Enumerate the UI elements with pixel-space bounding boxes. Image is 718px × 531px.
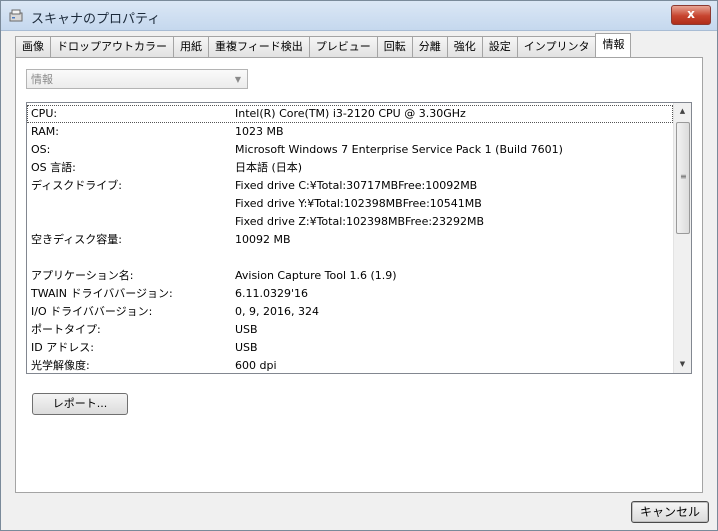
cancel-button[interactable]: キャンセル [631, 501, 709, 523]
info-row-ram[interactable]: RAM: 1023 MB [27, 123, 673, 141]
tab-image[interactable]: 画像 [15, 36, 51, 57]
tab-dropout-color[interactable]: ドロップアウトカラー [50, 36, 174, 57]
tab-paper[interactable]: 用紙 [173, 36, 209, 57]
info-value: 10092 MB [235, 233, 291, 246]
info-value: 6.11.0329'16 [235, 287, 309, 300]
info-key: ポートタイプ: [31, 323, 101, 336]
info-value: 1023 MB [235, 125, 284, 138]
tab-rotation[interactable]: 回転 [376, 36, 413, 57]
info-key: 光学解像度: [31, 359, 90, 372]
info-row-free-disk[interactable]: 空きディスク容量: 10092 MB [27, 231, 673, 249]
info-row-application[interactable]: アプリケーション名: Avision Capture Tool 1.6 (1.9… [27, 267, 673, 285]
vertical-scrollbar[interactable]: ▲ ≡ ▼ [673, 103, 691, 373]
tab-separation[interactable]: 分離 [411, 36, 448, 57]
report-button[interactable]: レポート... [32, 393, 128, 415]
info-key: I/O ドライババージョン: [31, 305, 153, 318]
info-key: アプリケーション名: [31, 269, 134, 282]
scanner-icon [8, 8, 24, 24]
info-key: CPU: [31, 107, 58, 120]
info-key: TWAIN ドライババージョン: [31, 287, 173, 300]
info-value: USB [235, 323, 258, 336]
info-row-twain-version[interactable]: TWAIN ドライババージョン: 6.11.0329'16 [27, 285, 673, 303]
info-row-disk-drive[interactable]: ディスクドライブ: Fixed drive C:¥Total:30717MBFr… [27, 177, 673, 195]
properties-window: スキャナのプロパティ x 画像 ドロップアウトカラー 用紙 重複フィード検出 プ… [0, 0, 718, 531]
close-button[interactable]: x [671, 5, 711, 25]
info-key: ディスクドライブ: [31, 179, 122, 192]
info-row-os[interactable]: OS: Microsoft Windows 7 Enterprise Servi… [27, 141, 673, 159]
info-row-disk-drive-z[interactable]: Fixed drive Z:¥Total:102398MBFree:23292M… [27, 213, 673, 231]
info-value: Avision Capture Tool 1.6 (1.9) [235, 269, 397, 282]
info-type-select[interactable]: 情報 ▼ [26, 69, 248, 89]
info-value: Microsoft Windows 7 Enterprise Service P… [235, 143, 563, 156]
chevron-down-icon[interactable]: ▼ [235, 70, 241, 90]
info-row-disk-drive-y[interactable]: Fixed drive Y:¥Total:102398MBFree:10541M… [27, 195, 673, 213]
info-key: OS: [31, 143, 51, 156]
arrow-down-icon[interactable]: ▼ [674, 356, 691, 373]
info-key: OS 言語: [31, 161, 76, 174]
info-value: Fixed drive C:¥Total:30717MBFree:10092MB [235, 179, 478, 192]
info-row-blank [27, 249, 673, 267]
info-value: 日本語 (日本) [235, 161, 303, 174]
tab-enhancement[interactable]: 強化 [446, 36, 483, 57]
tab-information[interactable]: 情報 [595, 33, 632, 57]
info-key: RAM: [31, 125, 59, 138]
tab-settings[interactable]: 設定 [481, 36, 518, 57]
info-row-os-language[interactable]: OS 言語: 日本語 (日本) [27, 159, 673, 177]
info-value: 0, 9, 2016, 324 [235, 305, 319, 318]
info-row-id-address[interactable]: ID アドレス: USB [27, 339, 673, 357]
info-value: USB [235, 341, 258, 354]
tab-strip: 画像 ドロップアウトカラー 用紙 重複フィード検出 プレビュー 回転 分離 強化… [15, 33, 632, 57]
info-row-io-driver-version[interactable]: I/O ドライババージョン: 0, 9, 2016, 324 [27, 303, 673, 321]
system-info-list[interactable]: CPU: Intel(R) Core(TM) i3-2120 CPU @ 3.3… [26, 102, 692, 374]
info-key: ID アドレス: [31, 341, 94, 354]
scrollbar-thumb[interactable]: ≡ [676, 122, 690, 234]
info-row-cpu[interactable]: CPU: Intel(R) Core(TM) i3-2120 CPU @ 3.3… [27, 105, 673, 123]
arrow-up-icon[interactable]: ▲ [674, 103, 691, 120]
title-bar[interactable]: スキャナのプロパティ x [1, 1, 717, 31]
info-value: Fixed drive Z:¥Total:102398MBFree:23292M… [235, 215, 485, 228]
tab-imprinter[interactable]: インプリンタ [516, 36, 597, 57]
tab-preview[interactable]: プレビュー [308, 36, 378, 57]
info-key: 空きディスク容量: [31, 233, 122, 246]
system-info-rows: CPU: Intel(R) Core(TM) i3-2120 CPU @ 3.3… [27, 103, 673, 373]
information-panel: 情報 ▼ CPU: Intel(R) Core(TM) i3-2120 CPU … [15, 57, 703, 493]
info-value: Fixed drive Y:¥Total:102398MBFree:10541M… [235, 197, 482, 210]
info-value: Intel(R) Core(TM) i3-2120 CPU @ 3.30GHz [235, 107, 466, 120]
info-row-port-type[interactable]: ポートタイプ: USB [27, 321, 673, 339]
tab-multifeed-detection[interactable]: 重複フィード検出 [208, 36, 310, 57]
info-value: 600 dpi [235, 359, 277, 372]
window-title: スキャナのプロパティ [31, 12, 161, 27]
grip-icon: ≡ [680, 172, 687, 181]
info-row-optical-resolution[interactable]: 光学解像度: 600 dpi [27, 357, 673, 373]
info-type-value: 情報 [31, 73, 53, 86]
